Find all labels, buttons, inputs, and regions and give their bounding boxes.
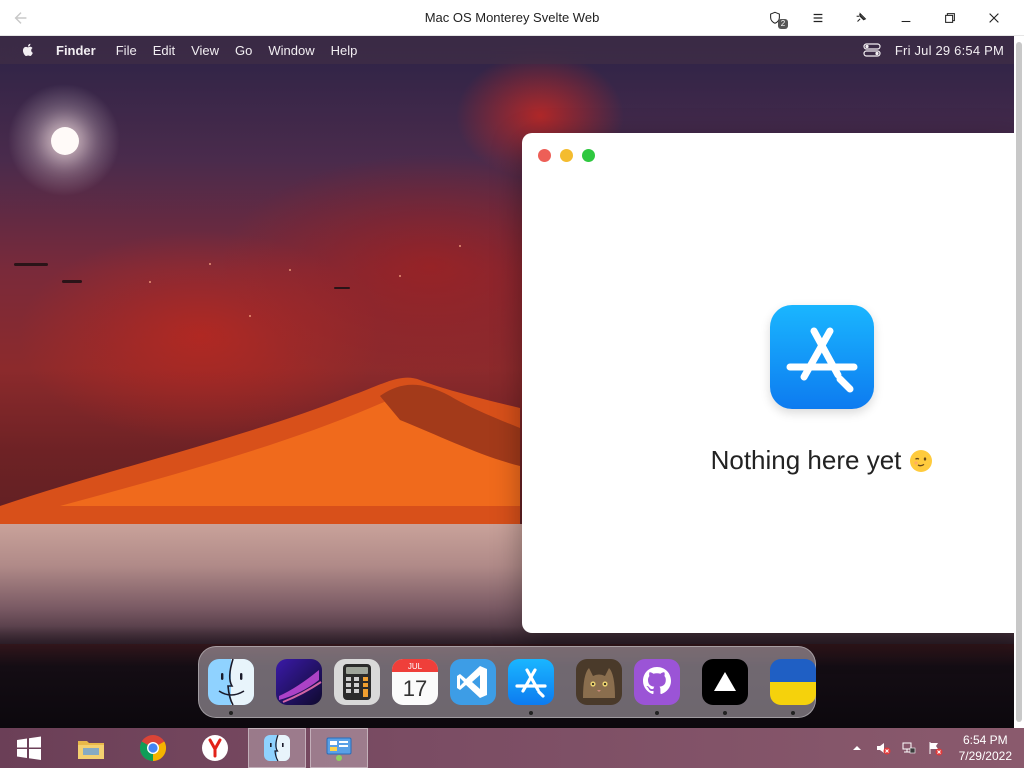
finder-icon (208, 658, 254, 706)
extensions-count-badge: 2 (778, 19, 788, 29)
menu-button[interactable] (803, 6, 833, 30)
windows-taskbar: 6:54 PM 7/29/2022 (0, 728, 1024, 768)
running-indicator (791, 711, 795, 715)
chrome-icon (139, 735, 167, 762)
taskbar-date: 7/29/2022 (958, 749, 1012, 763)
network-icon[interactable] (901, 740, 917, 756)
dock-item-vercel[interactable] (701, 658, 749, 715)
github-icon (634, 659, 680, 705)
menu-file[interactable]: File (116, 43, 137, 58)
cat-icon (576, 659, 622, 705)
pin-button[interactable] (846, 6, 876, 30)
taskbar-clock[interactable]: 6:54 PM 7/29/2022 (959, 732, 1012, 764)
taskbar-time: 6:54 PM (962, 733, 1008, 747)
page-scrollbar[interactable] (1014, 36, 1024, 728)
taskbar-yandex[interactable] (186, 728, 244, 768)
running-indicator (229, 711, 233, 715)
menu-view[interactable]: View (191, 43, 219, 58)
hamburger-icon (813, 13, 823, 23)
dock-item-finder[interactable] (207, 658, 255, 715)
window-traffic-lights (538, 149, 595, 162)
close-button[interactable] (979, 6, 1009, 30)
running-indicator (723, 711, 727, 715)
apple-logo-icon[interactable] (20, 42, 36, 58)
menu-edit[interactable]: Edit (153, 43, 175, 58)
running-indicator (529, 711, 533, 715)
taskbar-finder-app[interactable] (248, 728, 306, 768)
menu-window[interactable]: Window (268, 43, 314, 58)
wink-emoji-icon (909, 449, 933, 473)
ukraine-flag-icon (770, 659, 816, 705)
vercel-icon (702, 659, 748, 705)
show-hidden-icons-icon[interactable] (849, 740, 865, 756)
volume-muted-icon[interactable] (875, 740, 891, 756)
taskbar-control-panel[interactable] (310, 728, 368, 768)
empty-state-message: Nothing here yet (522, 445, 1014, 476)
dock-item-ukraine[interactable] (769, 658, 817, 715)
start-button[interactable] (0, 728, 58, 768)
finder-icon (264, 734, 290, 762)
app-store-window: Nothing here yet (522, 133, 1014, 633)
yandex-browser-icon (202, 735, 228, 761)
calculator-icon (334, 659, 380, 705)
browser-title-bar: Mac OS Monterey Svelte Web 2 (0, 0, 1024, 36)
windows-logo-icon (17, 736, 41, 760)
restore-icon (945, 13, 955, 23)
dock-item-github[interactable] (633, 658, 681, 715)
back-arrow-icon[interactable] (8, 6, 34, 30)
desktop: Finder File Edit View Go Window Help Fri… (0, 36, 1014, 728)
menubar-clock[interactable]: Fri Jul 29 6:54 PM (895, 43, 1004, 58)
control-center-icon[interactable] (863, 43, 881, 57)
minimize-icon (901, 20, 911, 23)
dock-item-cat[interactable] (575, 658, 623, 706)
empty-state-text: Nothing here yet (710, 445, 902, 475)
pin-icon (856, 12, 867, 22)
window-maximize-button[interactable] (582, 149, 595, 162)
app-store-icon (508, 659, 554, 705)
calendar-icon: JUL 17 (392, 659, 438, 705)
calendar-month: JUL (408, 662, 423, 671)
taskbar-chrome[interactable] (124, 728, 182, 768)
dock-item-calendar[interactable]: JUL 17 (391, 658, 439, 706)
dock-item-app-store[interactable] (507, 658, 555, 715)
folder-icon (78, 741, 104, 759)
menu-app-name[interactable]: Finder (56, 43, 96, 58)
dock-item-launchpad[interactable] (275, 658, 323, 706)
restore-button[interactable] (935, 6, 965, 30)
launchpad-icon (276, 659, 322, 705)
extensions-button[interactable]: 2 (760, 6, 790, 30)
menu-help[interactable]: Help (331, 43, 358, 58)
close-icon (989, 13, 999, 23)
app-store-icon (770, 305, 874, 409)
minimize-button[interactable] (891, 6, 921, 30)
action-center-flag-icon[interactable] (927, 740, 943, 756)
control-panel-icon (326, 737, 352, 761)
menu-go[interactable]: Go (235, 43, 252, 58)
system-tray: 6:54 PM 7/29/2022 (849, 728, 1012, 768)
running-indicator (655, 711, 659, 715)
dock-item-vscode[interactable] (449, 658, 497, 706)
scrollbar-thumb[interactable] (1016, 42, 1022, 722)
mac-menu-bar: Finder File Edit View Go Window Help Fri… (0, 36, 1014, 64)
vscode-icon (450, 659, 496, 705)
window-minimize-button[interactable] (560, 149, 573, 162)
calendar-day: 17 (403, 676, 427, 701)
dock: JUL 17 (198, 646, 816, 718)
taskbar-file-explorer[interactable] (62, 728, 120, 768)
window-close-button[interactable] (538, 149, 551, 162)
dock-item-calculator[interactable] (333, 658, 381, 706)
